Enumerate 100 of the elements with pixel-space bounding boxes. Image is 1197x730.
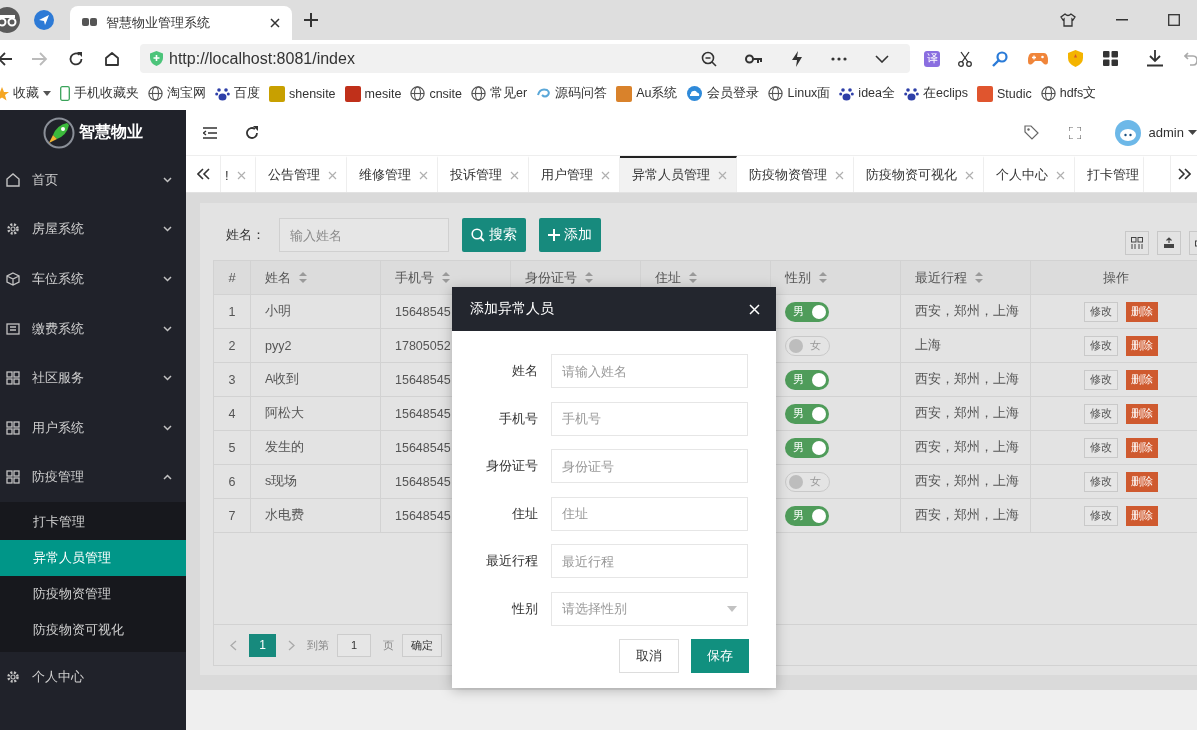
page-tab[interactable]: 防疫物资可视化 bbox=[853, 156, 984, 192]
menu-item[interactable]: 房屋系统 bbox=[0, 204, 186, 255]
table-cell: 西安，郑州，上海 bbox=[915, 507, 1019, 524]
table-cell: A收到 bbox=[265, 371, 300, 388]
page-tab[interactable]: ! bbox=[221, 156, 256, 192]
tab-title: 智慧物业管理系统 bbox=[106, 14, 211, 32]
bookmark-link[interactable]: Au系统 bbox=[616, 85, 678, 102]
cancel-button[interactable]: 取消 bbox=[619, 638, 679, 673]
menu-item[interactable]: 车位系统 bbox=[0, 254, 186, 304]
bookmark-link[interactable]: cnsite bbox=[410, 86, 463, 101]
confirm-button[interactable]: 确定 bbox=[402, 633, 442, 657]
page-tab[interactable]: 个人中心 bbox=[983, 156, 1075, 192]
save-button[interactable]: 保存 bbox=[691, 638, 749, 673]
bookmark-link[interactable]: 会员登录 bbox=[686, 85, 760, 102]
user-name[interactable]: admin bbox=[1148, 125, 1184, 140]
page-button[interactable]: 1 bbox=[249, 633, 276, 657]
tab-label: 个人中心 bbox=[995, 166, 1048, 184]
edit-button[interactable]: 修改 bbox=[1084, 403, 1118, 424]
filter-label: 姓名： bbox=[226, 226, 265, 244]
input-field[interactable]: 住址 bbox=[551, 496, 748, 531]
menu-item[interactable]: 缴费系统 bbox=[0, 303, 186, 354]
page-tab[interactable]: 投诉管理 bbox=[437, 156, 529, 192]
submenu-item[interactable]: 防疫物资管理 bbox=[0, 576, 186, 613]
delete-button[interactable]: 删除 bbox=[1126, 403, 1158, 424]
menu-item[interactable]: 首页 bbox=[0, 155, 186, 205]
delete-button[interactable]: 删除 bbox=[1126, 369, 1158, 390]
input-field[interactable]: 手机号 bbox=[551, 401, 748, 436]
add-button[interactable]: 添加 bbox=[539, 218, 601, 252]
bookmark-link[interactable]: 百度 bbox=[215, 85, 260, 102]
dialog-title: 添加异常人员 bbox=[470, 300, 554, 318]
edit-button[interactable]: 修改 bbox=[1084, 335, 1118, 356]
page-tab[interactable]: 打卡管理 bbox=[1074, 156, 1144, 192]
table-cell: 15648545 bbox=[395, 508, 451, 523]
delete-button[interactable]: 删除 bbox=[1126, 335, 1158, 356]
tab-label: 维修管理 bbox=[358, 166, 411, 184]
bookmark-link[interactable]: Studic bbox=[976, 85, 1032, 102]
table-cell: 6 bbox=[228, 474, 236, 489]
menu-item[interactable]: 用户系统 bbox=[0, 402, 186, 453]
column-header[interactable]: 身份证号 bbox=[525, 268, 577, 287]
delete-button[interactable]: 删除 bbox=[1126, 505, 1158, 526]
page-tab[interactable]: 公告管理 bbox=[255, 156, 347, 192]
input-field[interactable]: 身份证号 bbox=[551, 449, 748, 484]
tab-label: 用户管理 bbox=[540, 166, 593, 184]
field-label: 最近行程 bbox=[485, 552, 539, 571]
page-tab[interactable]: 异常人员管理 bbox=[619, 156, 737, 192]
table-cell: 西安，郑州，上海 bbox=[915, 405, 1019, 422]
search-button[interactable]: 搜索 bbox=[462, 218, 526, 252]
table-cell: 发生的 bbox=[265, 439, 304, 456]
column-header[interactable]: 操作 bbox=[1102, 268, 1129, 287]
edit-button[interactable]: 修改 bbox=[1084, 301, 1118, 322]
column-header[interactable]: 最近行程 bbox=[915, 268, 967, 287]
bookmark-link[interactable]: shensite bbox=[269, 85, 336, 102]
column-header[interactable]: 手机号 bbox=[395, 268, 434, 287]
address-field[interactable]: http://localhost:8081/index bbox=[140, 44, 910, 73]
submenu-item[interactable]: 打卡管理 bbox=[0, 504, 186, 541]
field-label: 手机号 bbox=[498, 409, 539, 428]
name-search-field[interactable]: 输入姓名 bbox=[279, 218, 449, 252]
menu-item[interactable]: 个人中心 bbox=[0, 652, 186, 702]
table-cell: 2 bbox=[228, 338, 236, 353]
menu-item[interactable]: 防疫管理 bbox=[0, 452, 186, 503]
input-field[interactable]: 最近行程 bbox=[551, 544, 748, 579]
edit-button[interactable]: 修改 bbox=[1084, 369, 1118, 390]
input-field[interactable]: 请输入姓名 bbox=[551, 354, 748, 388]
submenu-item[interactable]: 防疫物资可视化 bbox=[0, 612, 186, 649]
submenu-item[interactable]: 异常人员管理 bbox=[0, 540, 186, 577]
bookmark-link[interactable]: Linux面 bbox=[768, 85, 831, 102]
table-cell: 西安，郑州，上海 bbox=[915, 473, 1019, 490]
page-number-field[interactable]: 1 bbox=[337, 633, 371, 657]
delete-button[interactable]: 删除 bbox=[1126, 437, 1158, 458]
bookmark-link[interactable]: 源码问答 bbox=[536, 85, 608, 102]
column-header[interactable]: 性别 bbox=[785, 268, 811, 287]
bookmark-link[interactable]: 收藏 bbox=[0, 85, 51, 102]
bookmark-link[interactable]: 在eclips bbox=[904, 85, 968, 102]
page-tab[interactable]: 防疫物资管理 bbox=[736, 156, 854, 192]
menu-item[interactable]: 社区服务 bbox=[0, 353, 186, 403]
bookmark-link[interactable]: mesite bbox=[344, 85, 402, 102]
delete-button[interactable]: 删除 bbox=[1126, 471, 1158, 492]
tab-label: 异常人员管理 bbox=[631, 166, 710, 184]
edit-button[interactable]: 修改 bbox=[1084, 437, 1118, 458]
app-logo-text: 智慧物业 bbox=[79, 122, 143, 142]
table-cell: 西安，郑州，上海 bbox=[915, 439, 1019, 456]
bookmark-link[interactable]: hdfs文 bbox=[1040, 85, 1097, 102]
bookmark-link[interactable]: 常见er bbox=[471, 85, 528, 102]
bookmark-link[interactable]: idea全 bbox=[839, 85, 895, 102]
table-cell: 15648545 bbox=[395, 406, 451, 421]
select-placeholder: 请选择性别 bbox=[562, 599, 627, 618]
column-header[interactable]: # bbox=[228, 270, 236, 285]
browser-tab[interactable]: 智慧物业管理系统 bbox=[70, 6, 292, 40]
column-header[interactable]: 姓名 bbox=[265, 268, 291, 287]
column-header[interactable]: 住址 bbox=[655, 268, 681, 287]
edit-button[interactable]: 修改 bbox=[1084, 505, 1118, 526]
bookmark-link[interactable]: 淘宝网 bbox=[148, 85, 206, 102]
tab-label: ! bbox=[225, 167, 229, 183]
edit-button[interactable]: 修改 bbox=[1084, 471, 1118, 492]
page-tab[interactable]: 维修管理 bbox=[346, 156, 438, 192]
translate-button[interactable]: 译 bbox=[924, 50, 940, 67]
bookmark-link[interactable]: 手机收藏夹 bbox=[60, 85, 139, 102]
field-label: 住址 bbox=[511, 504, 539, 523]
page-tab[interactable]: 用户管理 bbox=[528, 156, 620, 192]
delete-button[interactable]: 删除 bbox=[1126, 301, 1158, 322]
